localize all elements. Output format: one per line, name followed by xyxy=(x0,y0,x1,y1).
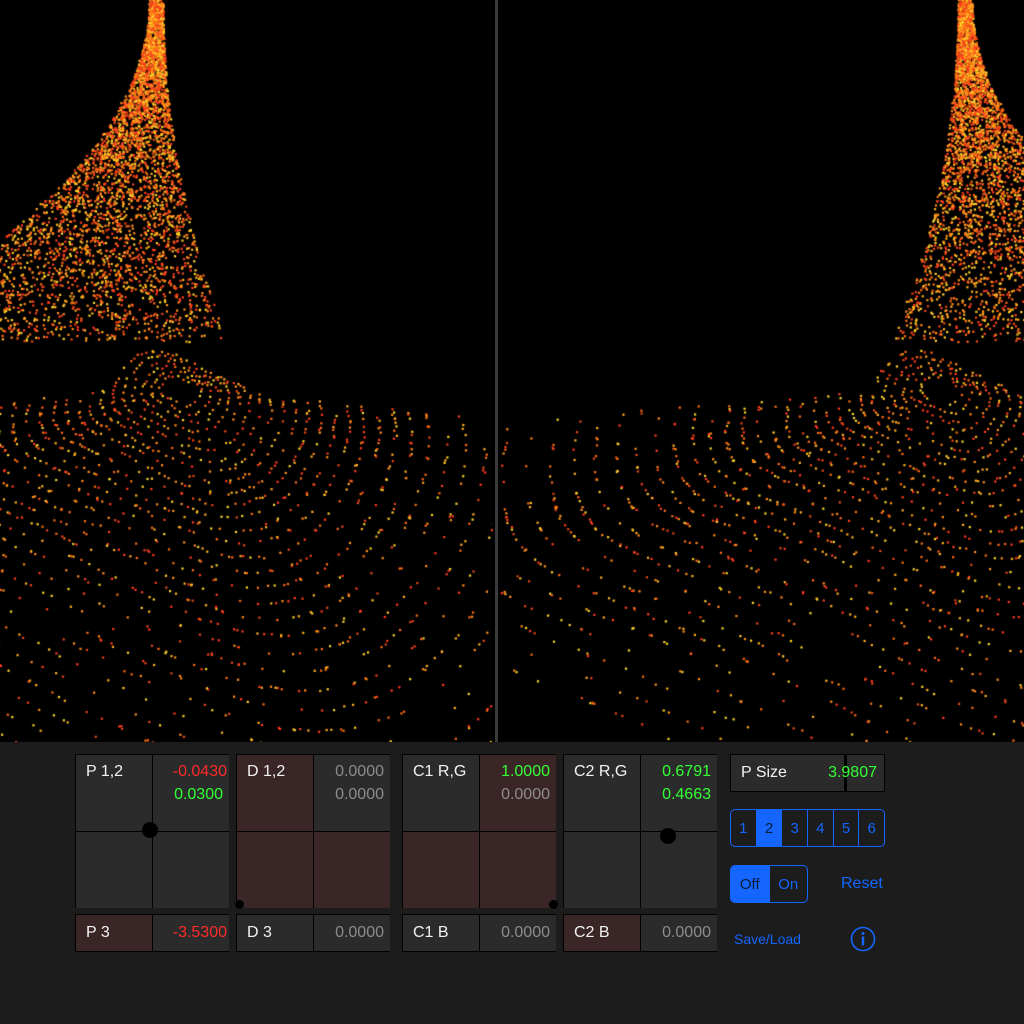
slider-d3[interactable]: D 3 0.0000 xyxy=(236,914,390,952)
pad-value-2: 0.0000 xyxy=(501,786,550,803)
pad-label: C2 R,G xyxy=(574,763,628,780)
slider-label: P 3 xyxy=(86,924,110,941)
xy-pad-d12[interactable]: D 1,2 0.0000 0.0000 xyxy=(235,754,390,909)
particle-visualization[interactable] xyxy=(0,0,1024,742)
toggle-off[interactable]: Off xyxy=(731,866,769,902)
slider-label: D 3 xyxy=(247,924,272,941)
preset-option-3[interactable]: 3 xyxy=(781,810,807,846)
preset-option-6[interactable]: 6 xyxy=(858,810,884,846)
xy-pad-p12[interactable]: P 1,2 -0.0430 0.0300 xyxy=(75,754,229,908)
slider-value: 0.0000 xyxy=(662,924,711,941)
psize-value: 3.9807 xyxy=(828,764,877,781)
slider-c2b[interactable]: C2 B 0.0000 xyxy=(563,914,717,952)
slider-label: C2 B xyxy=(574,924,610,941)
preset-option-5[interactable]: 5 xyxy=(832,810,859,846)
preset-option-4[interactable]: 4 xyxy=(807,810,833,846)
split-divider xyxy=(495,0,498,742)
slider-value: -3.5300 xyxy=(172,924,227,941)
pad-value-1: -0.0430 xyxy=(172,763,227,780)
pad-knob[interactable] xyxy=(549,900,558,909)
pad-value-2: 0.4663 xyxy=(662,786,711,803)
slider-value: 0.0000 xyxy=(501,924,550,941)
pad-label: D 1,2 xyxy=(247,763,286,780)
slider-psize[interactable]: P Size 3.9807 xyxy=(730,754,885,792)
pad-knob[interactable] xyxy=(142,822,158,838)
slider-p3[interactable]: P 3 -3.5300 xyxy=(75,914,229,952)
save-load-button[interactable]: Save/Load xyxy=(734,931,801,947)
off-on-toggle[interactable]: Off On xyxy=(730,865,808,903)
pad-knob[interactable] xyxy=(660,828,676,844)
toggle-on[interactable]: On xyxy=(768,866,808,902)
preset-option-1[interactable]: 1 xyxy=(731,810,756,846)
pad-knob[interactable] xyxy=(235,900,244,909)
preset-selector[interactable]: 1 2 3 4 5 6 xyxy=(730,809,885,847)
psize-label: P Size xyxy=(741,764,787,781)
pad-value-2: 0.0000 xyxy=(335,786,384,803)
slider-label: C1 B xyxy=(413,924,449,941)
pad-value-1: 0.6791 xyxy=(662,763,711,780)
pad-label: C1 R,G xyxy=(413,763,467,780)
slider-value: 0.0000 xyxy=(335,924,384,941)
pad-label: P 1,2 xyxy=(86,763,124,780)
xy-pad-c1rg[interactable]: C1 R,G 1.0000 0.0000 xyxy=(402,754,558,909)
pad-value-1: 0.0000 xyxy=(335,763,384,780)
info-icon[interactable] xyxy=(850,926,876,952)
pad-value-2: 0.0300 xyxy=(174,786,223,803)
xy-pad-c2rg[interactable]: C2 R,G 0.6791 0.4663 xyxy=(563,754,717,908)
pad-value-1: 1.0000 xyxy=(501,763,550,780)
slider-c1b[interactable]: C1 B 0.0000 xyxy=(402,914,556,952)
control-panel: P 1,2 -0.0430 0.0300 D 1,2 0.0000 0.0000… xyxy=(0,742,1024,1024)
reset-button[interactable]: Reset xyxy=(841,875,883,893)
preset-option-2[interactable]: 2 xyxy=(755,810,782,846)
